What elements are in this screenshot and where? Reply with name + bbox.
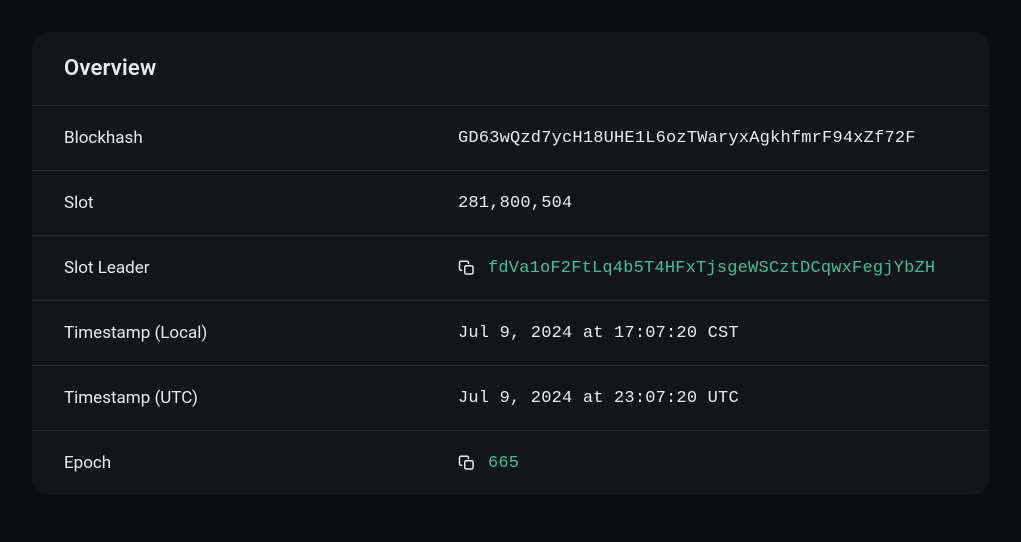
page-title: Overview bbox=[64, 56, 957, 81]
row-slot-leader: Slot Leader fdVa1oF2FtLq4b5T4HFxTjsgeWSC… bbox=[32, 236, 989, 301]
value-slot: 281,800,504 bbox=[458, 194, 572, 213]
value-epoch: 665 bbox=[458, 454, 519, 473]
row-blockhash: Blockhash GD63wQzd7ycH18UHE1L6ozTWaryxAg… bbox=[32, 106, 989, 171]
label-epoch: Epoch bbox=[64, 453, 458, 473]
row-timestamp-utc: Timestamp (UTC) Jul 9, 2024 at 23:07:20 … bbox=[32, 366, 989, 431]
slot-leader-link[interactable]: fdVa1oF2FtLq4b5T4HFxTjsgeWSCztDCqwxFegjY… bbox=[488, 259, 935, 278]
value-timestamp-local: Jul 9, 2024 at 17:07:20 CST bbox=[458, 324, 739, 343]
label-timestamp-utc: Timestamp (UTC) bbox=[64, 388, 458, 408]
label-slot-leader: Slot Leader bbox=[64, 258, 458, 278]
label-timestamp-local: Timestamp (Local) bbox=[64, 323, 458, 343]
value-blockhash: GD63wQzd7ycH18UHE1L6ozTWaryxAgkhfmrF94xZ… bbox=[458, 129, 916, 148]
row-epoch: Epoch 665 bbox=[32, 431, 989, 495]
copy-icon[interactable] bbox=[458, 259, 476, 277]
slot-text: 281,800,504 bbox=[458, 194, 572, 213]
epoch-link[interactable]: 665 bbox=[488, 454, 519, 473]
copy-icon[interactable] bbox=[458, 454, 476, 472]
row-timestamp-local: Timestamp (Local) Jul 9, 2024 at 17:07:2… bbox=[32, 301, 989, 366]
value-timestamp-utc: Jul 9, 2024 at 23:07:20 UTC bbox=[458, 389, 739, 408]
overview-card: Overview Blockhash GD63wQzd7ycH18UHE1L6o… bbox=[32, 32, 989, 495]
label-blockhash: Blockhash bbox=[64, 128, 458, 148]
timestamp-utc-text: Jul 9, 2024 at 23:07:20 UTC bbox=[458, 389, 739, 408]
timestamp-local-text: Jul 9, 2024 at 17:07:20 CST bbox=[458, 324, 739, 343]
card-header: Overview bbox=[32, 32, 989, 106]
value-slot-leader: fdVa1oF2FtLq4b5T4HFxTjsgeWSCztDCqwxFegjY… bbox=[458, 259, 935, 278]
row-slot: Slot 281,800,504 bbox=[32, 171, 989, 236]
label-slot: Slot bbox=[64, 193, 458, 213]
blockhash-text: GD63wQzd7ycH18UHE1L6ozTWaryxAgkhfmrF94xZ… bbox=[458, 129, 916, 148]
